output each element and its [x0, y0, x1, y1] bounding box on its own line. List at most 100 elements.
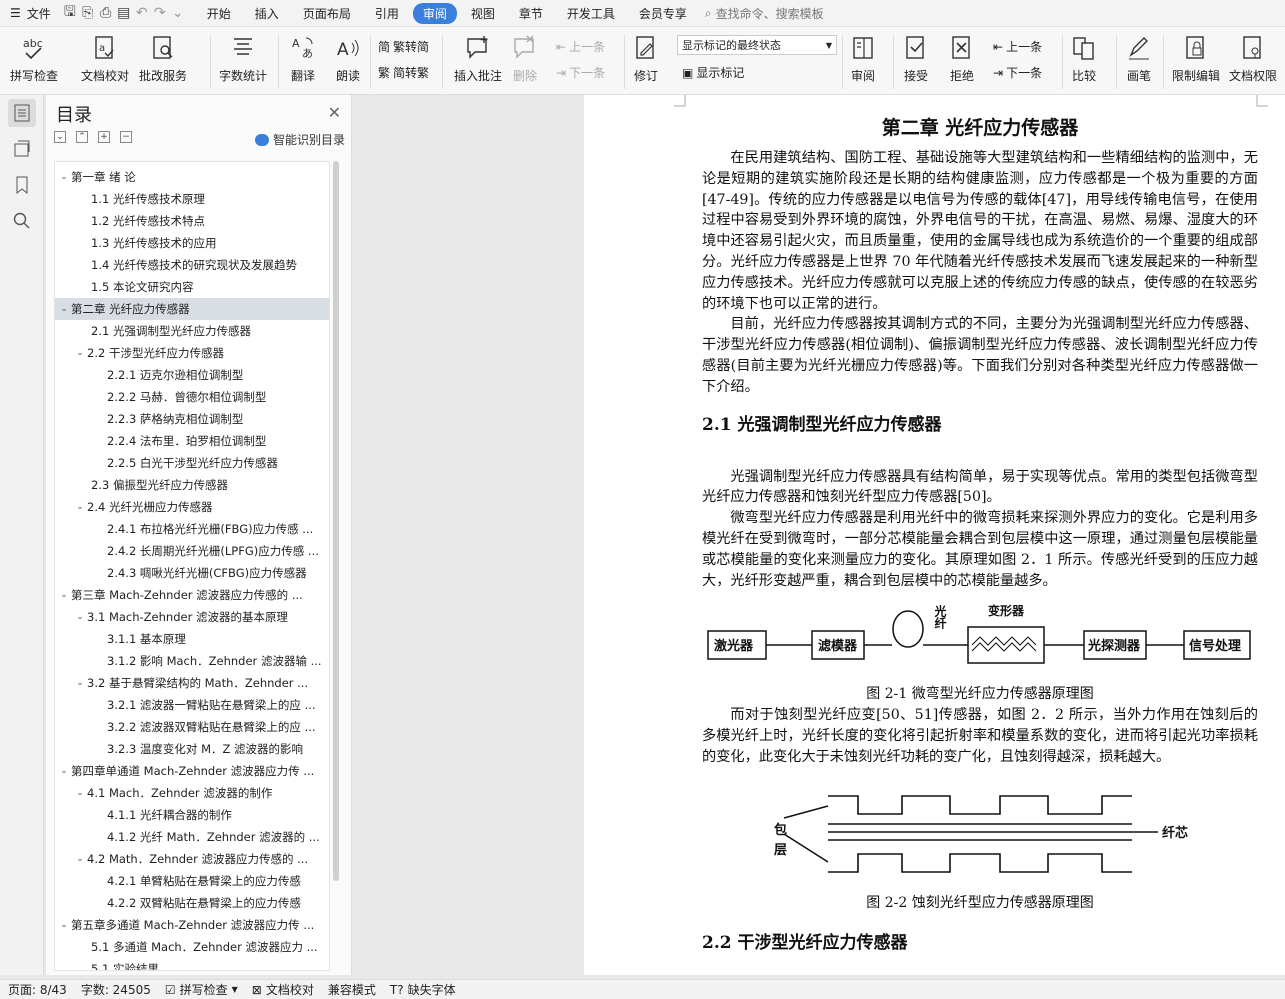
expand-arrow-icon[interactable]: ⌄ [57, 172, 71, 182]
tab-1[interactable]: 插入 [245, 3, 289, 24]
toc-item[interactable]: ⌄ 3.1 Mach-Zehnder 滤波器的基本原理 [55, 606, 329, 628]
expand-arrow-icon[interactable]: ⌄ [57, 766, 71, 776]
toc-item[interactable]: ⌄ 4.2 Math．Zehnder 滤波器应力传感的 ... [55, 848, 329, 870]
expand-arrow-icon[interactable]: ⌄ [73, 854, 87, 864]
tab-6[interactable]: 章节 [509, 3, 553, 24]
toc-item[interactable]: 3.1.2 影响 Mach．Zehnder 滤波器输 ... [55, 650, 329, 672]
toc-item[interactable]: 2.3 偏振型光纤应力传感器 [55, 474, 329, 496]
scroll-thumb[interactable] [333, 161, 339, 881]
status-doc-check[interactable]: ⊠ 文档校对 [252, 981, 314, 998]
undo-icon[interactable]: ↶ [133, 4, 151, 22]
print-preview-icon[interactable]: ▤ [115, 4, 133, 22]
doc-check-button[interactable]: a 文档校对 [81, 33, 129, 84]
toc-item[interactable]: ⌄ 4.1 Mach．Zehnder 滤波器的制作 [55, 782, 329, 804]
prev-comment-button[interactable]: ⇤ 上一条 [556, 38, 605, 55]
next-change-button[interactable]: ⇥ 下一条 [993, 64, 1042, 81]
word-count-button[interactable]: 字数统计 [219, 33, 267, 84]
export-icon[interactable]: ⎘ [79, 4, 97, 22]
remove-heading-icon[interactable]: − [120, 131, 132, 143]
compare-button[interactable]: 比较 [1070, 33, 1098, 84]
toc-item[interactable]: 3.2.1 滤波器一臂粘贴在悬臂梁上的应 ... [55, 694, 329, 716]
show-markup-button[interactable]: ▣ 显示标记 [682, 64, 744, 81]
toc-item[interactable]: 2.4.2 长周期光纤光栅(LPFG)应力传感 ... [55, 540, 329, 562]
toc-item[interactable]: 1.5 本论文研究内容 [55, 276, 329, 298]
toc-item[interactable]: ⌄ 第四章单通道 Mach-Zehnder 滤波器应力传 ... [55, 760, 329, 782]
toc-item[interactable]: 2.2.2 马赫．曾德尔相位调制型 [55, 386, 329, 408]
translate-button[interactable]: Aあ 翻译 [289, 33, 317, 84]
toc-item[interactable]: 5.1 多通道 Mach．Zehnder 滤波器应力 ... [55, 936, 329, 958]
toc-item[interactable]: 2.2.4 法布里．珀罗相位调制型 [55, 430, 329, 452]
tab-4[interactable]: 审阅 [412, 2, 457, 24]
toc-item[interactable]: 1.1 光纤传感技术原理 [55, 188, 329, 210]
toc-item[interactable]: 3.2.3 温度变化对 M．Z 滤波器的影响 [55, 738, 329, 760]
toc-scrollbar[interactable] [332, 161, 340, 971]
ink-pen-button[interactable]: 画笔 [1125, 33, 1153, 84]
missing-font-indicator[interactable]: T? 缺失字体 [390, 981, 456, 998]
tab-0[interactable]: 开始 [197, 3, 241, 24]
simp-to-trad-button[interactable]: 繁简转繁 [378, 64, 429, 81]
expand-arrow-icon[interactable]: ⌄ [57, 304, 71, 314]
toc-item[interactable]: 1.4 光纤传感技术的研究现状及发展趋势 [55, 254, 329, 276]
bookmark-icon[interactable] [8, 171, 36, 199]
toc-item[interactable]: 2.2.5 白光干涉型光纤应力传感器 [55, 452, 329, 474]
next-comment-button[interactable]: ⇥ 下一条 [556, 64, 605, 81]
toc-item[interactable]: 2.2.3 萨格纳克相位调制型 [55, 408, 329, 430]
toc-view-icon[interactable] [8, 99, 36, 127]
status-spell-check[interactable]: ☑ 拼写检查 ▼ [165, 981, 238, 998]
accept-button[interactable]: 接受 [902, 33, 930, 84]
collapse-all-icon[interactable]: ⌃ [76, 131, 88, 143]
print-icon[interactable]: ⎙ [97, 4, 115, 22]
expand-arrow-icon[interactable]: ⌄ [73, 678, 87, 688]
expand-all-icon[interactable]: ⌄ [54, 131, 66, 143]
toc-item[interactable]: ⌄ 3.2 基于悬臂梁结构的 Math．Zehnder ... [55, 672, 329, 694]
add-heading-icon[interactable]: + [98, 131, 110, 143]
toc-item[interactable]: ⌄ 2.4 光纤光栅应力传感器 [55, 496, 329, 518]
toc-item[interactable]: 1.2 光纤传感技术特点 [55, 210, 329, 232]
chapter-nav-icon[interactable] [8, 135, 36, 163]
close-icon[interactable]: ✕ [328, 103, 341, 122]
toc-item[interactable]: ⌄ 第三章 Mach-Zehnder 滤波器应力传感的 ... [55, 584, 329, 606]
expand-arrow-icon[interactable]: ⌄ [73, 348, 87, 358]
file-menu[interactable]: ☰ 文件 [0, 0, 61, 27]
toc-item[interactable]: 2.2.1 迈克尔逊相位调制型 [55, 364, 329, 386]
track-changes-button[interactable]: 修订 [632, 33, 660, 84]
command-search[interactable]: ⌕ 查找命令、搜索模板 [705, 5, 824, 22]
word-count-indicator[interactable]: 字数: 24505 [81, 981, 151, 998]
delete-comment-button[interactable]: 删除 [511, 33, 539, 84]
prev-change-button[interactable]: ⇤ 上一条 [993, 38, 1042, 55]
markup-state-select[interactable]: 显示标记的最终状态 ▼ [677, 35, 837, 55]
restrict-editing-button[interactable]: 限制编辑 [1172, 33, 1220, 84]
spell-check-button[interactable]: abc 拼写检查 [10, 33, 58, 84]
toc-item[interactable]: ⌄ 第五章多通道 Mach-Zehnder 滤波器应力传 ... [55, 914, 329, 936]
read-aloud-button[interactable]: A 朗读 [334, 33, 362, 84]
toc-item[interactable]: 3.2.2 滤波器双臂粘贴在悬臂梁上的应 ... [55, 716, 329, 738]
find-icon[interactable] [8, 207, 36, 235]
page-indicator[interactable]: 页面: 8/43 [8, 981, 67, 998]
batch-service-button[interactable]: 批改服务 [139, 33, 187, 84]
expand-arrow-icon[interactable]: ⌄ [57, 920, 71, 930]
review-pane-button[interactable]: 审阅 [849, 33, 877, 84]
toc-item[interactable]: 4.1.1 光纤耦合器的制作 [55, 804, 329, 826]
toc-item[interactable]: 4.1.2 光纤 Math．Zehnder 滤波器的 ... [55, 826, 329, 848]
toc-item[interactable]: 2.4.3 啁啾光纤光栅(CFBG)应力传感器 [55, 562, 329, 584]
toc-item[interactable]: 2.4.1 布拉格光纤光栅(FBG)应力传感 ... [55, 518, 329, 540]
toc-item[interactable]: ⌄ 2.2 干涉型光纤应力传感器 [55, 342, 329, 364]
reject-button[interactable]: 拒绝 [948, 33, 976, 84]
insert-comment-button[interactable]: 插入批注 [454, 33, 502, 84]
toc-item[interactable]: 5.1 实验结果 [55, 958, 329, 970]
more-icon[interactable]: ⌄ [169, 4, 187, 22]
tab-7[interactable]: 开发工具 [557, 3, 625, 24]
toc-item[interactable]: ⌄ 第二章 光纤应力传感器 [55, 298, 329, 320]
smart-toc-button[interactable]: 智能识别目录 [254, 131, 345, 148]
tab-2[interactable]: 页面布局 [293, 3, 361, 24]
toc-item[interactable]: 4.2.2 双臂粘贴在悬臂梁上的应力传感 [55, 892, 329, 914]
toc-item[interactable]: ⌄ 第一章 绪 论 [55, 166, 329, 188]
trad-to-simp-button[interactable]: 简繁转简 [378, 38, 429, 55]
expand-arrow-icon[interactable]: ⌄ [57, 590, 71, 600]
document-rights-button[interactable]: 文档权限 [1229, 33, 1277, 84]
toc-item[interactable]: 1.3 光纤传感技术的应用 [55, 232, 329, 254]
expand-arrow-icon[interactable]: ⌄ [73, 612, 87, 622]
tab-3[interactable]: 引用 [365, 3, 409, 24]
redo-icon[interactable]: ↷ [151, 4, 169, 22]
expand-arrow-icon[interactable]: ⌄ [73, 502, 87, 512]
